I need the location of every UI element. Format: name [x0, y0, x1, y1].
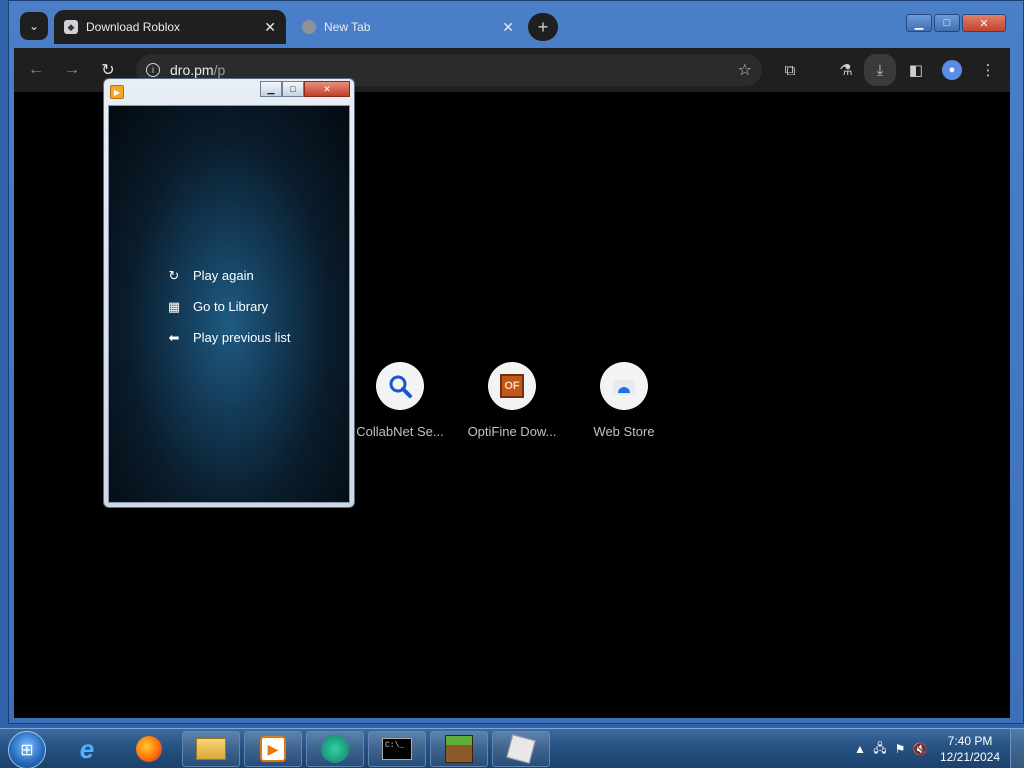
roblox-icon	[506, 734, 536, 764]
player-maximize-button[interactable]: □	[282, 81, 304, 97]
taskbar-firefox[interactable]	[120, 731, 178, 767]
player-menu: ↻ Play again ▦ Go to Library ⬅ Play prev…	[165, 260, 291, 353]
close-icon: ✕	[323, 83, 331, 94]
start-button[interactable]: ⊞	[8, 731, 46, 768]
internet-explorer-icon: e	[79, 733, 95, 764]
close-window-button[interactable]: ✕	[962, 14, 1006, 32]
play-again-item[interactable]: ↻ Play again	[165, 260, 291, 291]
minecraft-icon	[445, 735, 473, 763]
taskbar-roblox[interactable]	[492, 731, 550, 767]
minimize-icon: ▁	[914, 17, 924, 30]
arrow-left-icon: ←	[28, 61, 44, 78]
chevron-down-icon: ⌄	[28, 19, 40, 33]
shortcut-web-store[interactable]: Web Store	[576, 362, 672, 439]
taskbar-internet-explorer[interactable]: e	[58, 731, 116, 767]
tab-label: Download Roblox	[86, 20, 181, 34]
windows-logo-icon: ⊞	[20, 742, 34, 759]
reload-icon: ↻	[101, 62, 115, 79]
taskbar-command-prompt[interactable]: C:\_	[368, 731, 426, 767]
menu-kebab-icon[interactable]: ⋮	[976, 58, 1000, 82]
media-player-window: ▶ ▁ □ ✕ ↻ Play again ▦ Go to Library ⬅ P…	[103, 78, 355, 508]
magnifier-icon	[376, 362, 424, 410]
download-icon[interactable]: ⤓	[864, 54, 896, 86]
side-panel-icon[interactable]: ◧	[904, 58, 928, 82]
replay-icon: ↻	[168, 267, 180, 283]
forward-button[interactable]: →	[62, 60, 82, 80]
tab-download-roblox[interactable]: ◆ Download Roblox ✕	[54, 10, 286, 44]
photos-icon	[321, 735, 349, 763]
back-arrow-icon: ⬅	[168, 329, 180, 345]
taskbar-photos[interactable]	[306, 731, 364, 767]
tab-new-tab[interactable]: New Tab ✕	[292, 10, 524, 44]
plus-icon: +	[537, 16, 549, 37]
shortcut-label: OptiFine Dow...	[467, 424, 557, 439]
network-icon[interactable]: 🖧	[870, 739, 890, 760]
show-hidden-icons-button[interactable]: ▲	[850, 742, 870, 756]
tab-label: New Tab	[324, 20, 371, 34]
media-player-icon: ▶	[110, 85, 124, 99]
shortcut-optifine[interactable]: OF OptiFine Dow...	[464, 362, 560, 439]
taskbar-file-explorer[interactable]	[182, 731, 240, 767]
action-center-flag-icon[interactable]: ⚑	[890, 742, 910, 756]
webstore-icon	[600, 362, 648, 410]
globe-icon	[302, 20, 316, 34]
play-previous-list-item[interactable]: ⬅ Play previous list	[165, 322, 291, 353]
close-icon: ✕	[979, 17, 989, 30]
player-window-controls: ▁ □ ✕	[260, 81, 350, 97]
site-info-icon[interactable]: i	[146, 63, 160, 77]
firefox-icon	[136, 736, 162, 762]
system-tray: ▲ 🖧 ⚑ 🔇 7:40 PM 12/21/2024	[850, 729, 1024, 768]
taskbar-media-player[interactable]: ▶	[244, 731, 302, 767]
maximize-icon: □	[290, 84, 296, 94]
arrow-right-icon: →	[64, 61, 80, 78]
player-minimize-button[interactable]: ▁	[260, 81, 282, 97]
show-desktop-button[interactable]	[1010, 729, 1024, 768]
minimize-button[interactable]: ▁	[906, 14, 932, 32]
reload-button[interactable]: ↻	[98, 60, 118, 80]
file-explorer-icon	[196, 738, 226, 760]
optifine-icon: OF	[488, 362, 536, 410]
url-text: dro.pm/p	[170, 62, 226, 78]
close-icon[interactable]: ✕	[264, 19, 276, 36]
player-now-playing-area: ↻ Play again ▦ Go to Library ⬅ Play prev…	[108, 105, 350, 503]
tab-search-button[interactable]: ⌄	[20, 12, 48, 40]
player-title-bar[interactable]: ▶ ▁ □ ✕	[104, 79, 354, 103]
shortcut-collabnet[interactable]: CollabNet Se...	[352, 362, 448, 439]
window-controls: ▁ □ ✕	[906, 14, 1006, 32]
shortcut-label: CollabNet Se...	[356, 424, 444, 439]
maximize-button[interactable]: □	[934, 14, 960, 32]
new-tab-button[interactable]: +	[528, 13, 558, 41]
shortcut-label: Web Store	[593, 424, 655, 439]
taskbar-minecraft[interactable]	[430, 731, 488, 767]
taskbar: ⊞ e ▶ C:\_ ▲ 🖧 ⚑ 🔇 7:40 PM 12/21/2024	[0, 728, 1024, 768]
close-icon[interactable]: ✕	[502, 19, 514, 36]
extensions-icon[interactable]: ⧉	[778, 58, 802, 82]
bookmark-star-icon[interactable]: ☆	[738, 60, 752, 80]
library-icon: ▦	[167, 298, 181, 314]
clock[interactable]: 7:40 PM 12/21/2024	[930, 733, 1010, 765]
labs-flask-icon[interactable]: ⚗	[834, 58, 858, 82]
maximize-icon: □	[943, 17, 951, 29]
roblox-icon: ◆	[64, 20, 78, 34]
volume-muted-icon[interactable]: 🔇	[910, 742, 930, 756]
back-button[interactable]: ←	[26, 60, 46, 80]
tab-strip: ⌄ ◆ Download Roblox ✕ New Tab ✕ + ▁ □ ✕	[14, 8, 1014, 48]
player-close-button[interactable]: ✕	[304, 81, 350, 97]
command-prompt-icon: C:\_	[382, 738, 412, 760]
go-to-library-item[interactable]: ▦ Go to Library	[165, 291, 291, 322]
media-player-icon: ▶	[260, 736, 286, 762]
minimize-icon: ▁	[267, 83, 275, 94]
profile-avatar[interactable]: ●	[942, 60, 962, 80]
